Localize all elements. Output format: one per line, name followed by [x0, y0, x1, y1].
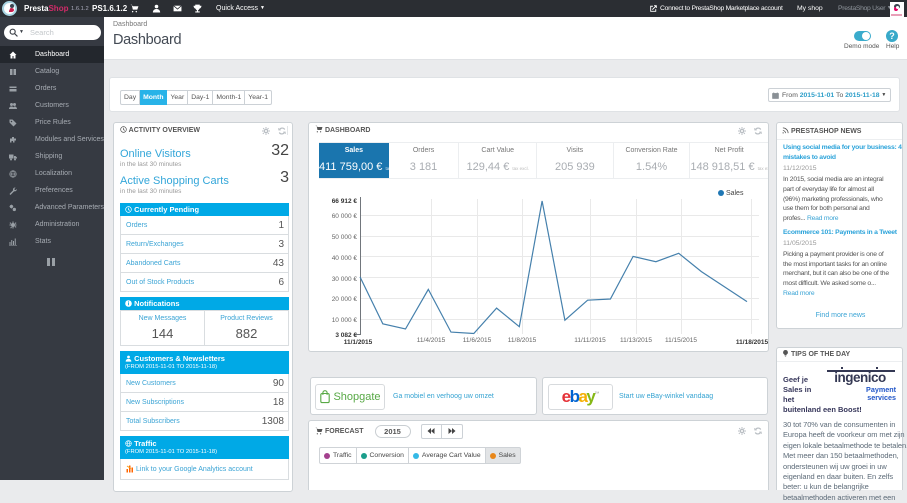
svg-text:11/18/2015: 11/18/2015: [736, 339, 768, 346]
svg-text:60 000 €: 60 000 €: [332, 213, 358, 220]
svg-text:11/13/2015: 11/13/2015: [620, 337, 652, 344]
svg-text:30 000 €: 30 000 €: [332, 276, 358, 283]
svg-text:50 000 €: 50 000 €: [332, 234, 358, 241]
svg-text:11/11/2015: 11/11/2015: [574, 337, 606, 344]
svg-text:66 912 €: 66 912 €: [332, 198, 358, 205]
svg-text:11/1/2015: 11/1/2015: [344, 339, 373, 346]
svg-text:3 082 €: 3 082 €: [335, 332, 357, 339]
svg-text:20 000 €: 20 000 €: [332, 296, 358, 303]
svg-text:11/4/2015: 11/4/2015: [417, 337, 446, 344]
svg-text:10 000 €: 10 000 €: [332, 317, 358, 324]
svg-text:40 000 €: 40 000 €: [332, 255, 358, 262]
svg-text:11/15/2015: 11/15/2015: [665, 337, 697, 344]
svg-text:11/6/2015: 11/6/2015: [463, 337, 492, 344]
svg-text:11/8/2015: 11/8/2015: [508, 337, 537, 344]
